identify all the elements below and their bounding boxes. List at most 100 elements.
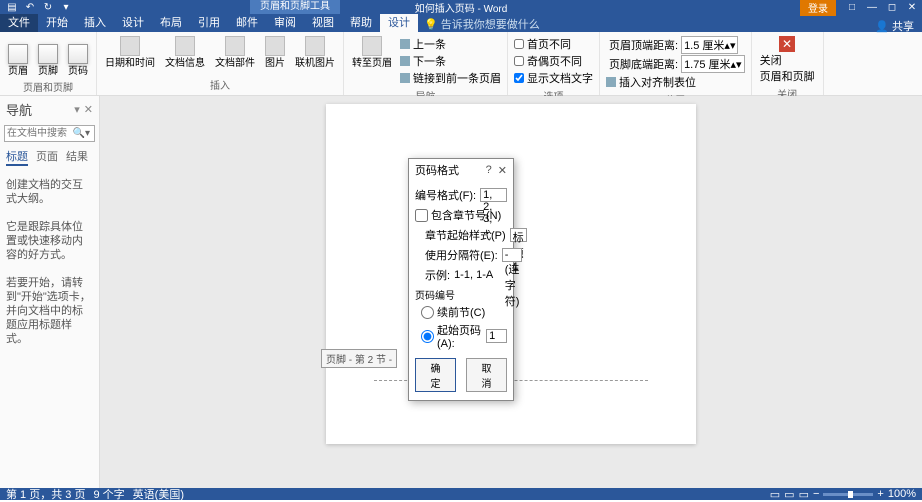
nav-message: 创建文档的交互式大纲。 它是跟踪具体位置或快速移动内容的好方式。 若要开始，请转… [0,170,99,354]
footer-from-bottom[interactable]: 页脚底端距离:1.75 厘米 ▴▾ [606,55,745,73]
cancel-button[interactable]: 取消 [466,358,507,392]
number-format-combo[interactable]: 1, 2, 3, ... [480,188,507,202]
share-label: 共享 [892,18,914,34]
zoom-slider[interactable] [823,493,873,496]
share-button[interactable]: 👤 共享 [875,18,914,34]
share-icon: 👤 [875,20,889,33]
maximize-icon[interactable]: ◻ [882,0,902,14]
ok-button[interactable]: 确定 [415,358,456,392]
dialog-titlebar[interactable]: 页码格式 ? ✕ [409,159,513,181]
nav-tabs: 标题 页面 结果 [0,144,99,170]
number-format-label: 编号格式(F): [415,187,476,203]
ribbon: 页眉 页脚 页码 页眉和页脚 日期和时间 文档信息 文档部件 图片 联机图片 插… [0,32,922,96]
online-pictures-button[interactable]: 联机图片 [291,34,339,71]
goto-header-button[interactable]: 转至页眉 [348,34,396,71]
view-print-icon[interactable]: ▭ [784,488,794,501]
insert-alignment-tab-button[interactable]: 插入对齐制表位 [606,74,745,90]
tab-mailings[interactable]: 邮件 [228,12,266,32]
title-bar: ▤ ↶ ↻ ▾ 页眉和页脚工具 如何插入页码 - Word 登录 □ — ◻ ✕ [0,0,922,14]
separator-label: 使用分隔符(E): [425,247,498,263]
footer-button[interactable]: 页脚 [34,34,62,79]
tab-home[interactable]: 开始 [38,12,76,32]
page-number-format-dialog: 页码格式 ? ✕ 编号格式(F): 1, 2, 3, ... 包含章节号(N) … [408,158,514,401]
quick-parts-button[interactable]: 文档部件 [211,34,259,71]
ribbon-group-insert: 日期和时间 文档信息 文档部件 图片 联机图片 插入 [97,32,344,95]
group-label: 插入 [101,77,339,93]
tab-review[interactable]: 审阅 [266,12,304,32]
tab-layout[interactable]: 布局 [152,12,190,32]
start-at-radio[interactable]: 起始页码(A): 1 [421,322,507,350]
dialog-help-icon[interactable]: ? [486,164,492,177]
qat-more-icon[interactable]: ▾ [60,1,72,13]
group-label: 页眉和页脚 [4,79,92,95]
quick-access-toolbar: ▤ ↶ ↻ ▾ [0,1,72,13]
zoom-level[interactable]: 100% [888,488,916,500]
close-x-icon: ✕ [779,36,795,52]
ribbon-group-options: 首页不同 奇偶页不同 显示文档文字 选项 [508,32,600,95]
minimize-icon[interactable]: — [862,0,882,14]
example-value: 1-1, 1-A [454,269,493,281]
search-input[interactable] [5,126,69,141]
chapter-style-combo[interactable]: 标题 1 [510,228,527,242]
previous-button[interactable]: 上一条 [400,36,501,52]
header-button[interactable]: 页眉 [4,34,32,79]
tab-file[interactable]: 文件 [0,12,38,32]
start-at-spinner[interactable]: 1 [486,329,507,343]
tab-insert[interactable]: 插入 [76,12,114,32]
search-icon[interactable]: 🔍▾ [69,128,94,139]
ribbon-group-navigation: 转至页眉 上一条 下一条 链接到前一条页眉 导航 [344,32,508,95]
include-chapter-checkbox[interactable]: 包含章节号(N) [415,207,507,223]
tab-design[interactable]: 设计 [114,12,152,32]
dialog-close-icon[interactable]: ✕ [498,164,507,177]
page-number-button[interactable]: 页码 [64,34,92,79]
close-header-footer-button[interactable]: ✕ 关闭 页眉和页脚 [756,34,819,86]
document-title: 如何插入页码 - Word [415,0,508,15]
ribbon-group-close: ✕ 关闭 页眉和页脚 关闭 [752,32,824,95]
dialog-title: 页码格式 [415,162,459,178]
ribbon-group-position: 页眉顶端距离:1.5 厘米 ▴▾ 页脚底端距离:1.75 厘米 ▴▾ 插入对齐制… [600,32,752,95]
nav-tab-results[interactable]: 结果 [66,148,88,166]
window-controls: 登录 □ — ◻ ✕ [800,0,922,16]
zoom-out-icon[interactable]: − [813,488,819,500]
tab-header-footer-design[interactable]: 设计 [380,12,418,32]
doc-info-button[interactable]: 文档信息 [161,34,209,71]
menu-bar: 文件 开始 插入 设计 布局 引用 邮件 审阅 视图 帮助 设计 💡 告诉我你想… [0,14,922,32]
navigation-pane: 导航 ▾ ✕ 🔍▾ 标题 页面 结果 创建文档的交互式大纲。 它是跟踪具体位置或… [0,96,100,488]
page-numbering-group: 页码编号 [415,287,507,302]
contextual-tab-label: 页眉和页脚工具 [250,0,340,14]
view-web-icon[interactable]: ▭ [799,488,809,501]
nav-title: 导航 [6,100,32,119]
status-bar: 第 1 页，共 3 页 9 个字 英语(美国) ▭ ▭ ▭ − + 100% [0,488,922,500]
separator-combo[interactable]: -(连字符) [502,248,523,262]
nav-search[interactable]: 🔍▾ [4,125,95,142]
nav-dropdown-icon[interactable]: ▾ [74,103,80,116]
view-read-icon[interactable]: ▭ [770,488,780,501]
nav-tab-headings[interactable]: 标题 [6,148,28,166]
continue-radio[interactable]: 续前节(C) [421,304,507,320]
nav-tab-pages[interactable]: 页面 [36,148,58,166]
redo-icon[interactable]: ↻ [42,1,54,13]
login-button[interactable]: 登录 [800,0,836,16]
different-first-page-checkbox[interactable]: 首页不同 [514,36,593,52]
tab-references[interactable]: 引用 [190,12,228,32]
example-label: 示例: [425,267,450,283]
header-from-top[interactable]: 页眉顶端距离:1.5 厘米 ▴▾ [606,36,745,54]
ribbon-options-icon[interactable]: □ [842,0,862,14]
link-previous-button[interactable]: 链接到前一条页眉 [400,70,501,86]
date-time-button[interactable]: 日期和时间 [101,34,159,71]
next-button[interactable]: 下一条 [400,53,501,69]
bulb-icon: 💡 [424,18,438,31]
zoom-in-icon[interactable]: + [877,488,883,500]
tell-me[interactable]: 💡 告诉我你想要做什么 [418,16,540,32]
tab-help[interactable]: 帮助 [342,12,380,32]
undo-icon[interactable]: ↶ [24,1,36,13]
pictures-button[interactable]: 图片 [261,34,289,71]
close-icon[interactable]: ✕ [902,0,922,14]
different-odd-even-checkbox[interactable]: 奇偶页不同 [514,53,593,69]
nav-close-icon[interactable]: ✕ [84,103,93,116]
save-icon[interactable]: ▤ [6,1,18,13]
show-document-text-checkbox[interactable]: 显示文档文字 [514,70,593,86]
tell-me-label: 告诉我你想要做什么 [441,16,540,32]
tab-view[interactable]: 视图 [304,12,342,32]
ribbon-group-header-footer: 页眉 页脚 页码 页眉和页脚 [0,32,97,95]
